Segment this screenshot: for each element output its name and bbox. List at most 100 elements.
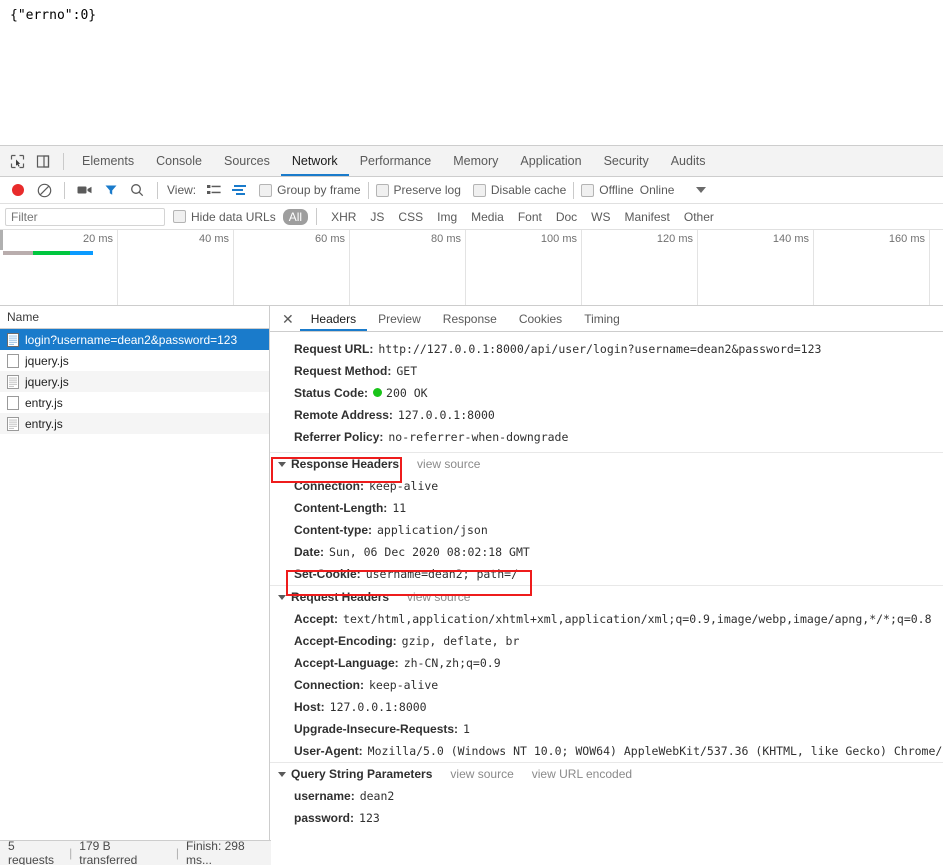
filter-type-js[interactable]: JS xyxy=(364,209,390,225)
request-name: entry.js xyxy=(25,395,63,410)
script-blank-icon xyxy=(7,353,19,368)
request-list-header[interactable]: Name xyxy=(0,306,269,329)
filter-type-all[interactable]: All xyxy=(282,208,309,225)
filter-input[interactable] xyxy=(5,207,165,226)
header-value: text/html,application/xhtml+xml,applicat… xyxy=(343,612,932,626)
header-key: Content-Length: xyxy=(294,501,388,515)
waterfall-view-icon[interactable] xyxy=(227,178,253,202)
query-view-url-encoded-link[interactable]: view URL encoded xyxy=(532,767,632,781)
network-status-bar: 5 requests | 179 B transferred | Finish:… xyxy=(0,839,271,865)
search-icon[interactable] xyxy=(124,178,150,202)
chevron-down-icon[interactable] xyxy=(696,187,707,193)
network-overview-timeline[interactable]: 20 ms 40 ms 60 ms 80 ms 100 ms 120 ms 14… xyxy=(0,230,943,306)
query-string-title: Query String Parameters xyxy=(291,767,433,781)
detail-tab-timing[interactable]: Timing xyxy=(573,306,631,331)
detail-tab-preview[interactable]: Preview xyxy=(367,306,432,331)
tab-console[interactable]: Console xyxy=(145,146,213,176)
request-row-jquery-1[interactable]: jquery.js xyxy=(0,350,269,371)
browser-page-content: {"errno":0} xyxy=(0,0,943,145)
tab-elements[interactable]: Elements xyxy=(71,146,145,176)
group-by-frame-checkbox[interactable]: Group by frame xyxy=(259,183,361,197)
close-icon[interactable]: ✕ xyxy=(276,312,300,326)
list-view-icon[interactable] xyxy=(201,178,227,202)
detail-tab-response[interactable]: Response xyxy=(432,306,508,331)
header-key: Set-Cookie: xyxy=(294,567,361,581)
preserve-log-box[interactable] xyxy=(375,183,389,197)
view-label: View: xyxy=(167,183,197,197)
filter-type-css[interactable]: CSS xyxy=(392,209,429,225)
request-row-entry-1[interactable]: entry.js xyxy=(0,392,269,413)
query-view-source-link[interactable]: view source xyxy=(450,767,513,781)
request-header-accept-language: Accept-Language: zh-CN,zh;q=0.9 xyxy=(270,652,943,674)
overview-tick-label: 140 ms xyxy=(772,233,809,245)
hide-data-urls-checkbox[interactable]: Hide data URLs xyxy=(173,210,276,224)
general-value: 200 OK xyxy=(386,386,428,400)
header-key: Accept-Language: xyxy=(294,656,399,670)
filter-icon[interactable] xyxy=(98,178,124,202)
record-icon[interactable] xyxy=(5,178,31,202)
json-response-text: {"errno":0} xyxy=(10,8,97,23)
param-value: dean2 xyxy=(359,789,395,803)
response-view-source-link[interactable]: view source xyxy=(417,457,480,471)
tab-network[interactable]: Network xyxy=(281,146,349,176)
tab-memory[interactable]: Memory xyxy=(442,146,509,176)
disable-cache-checkbox[interactable]: Disable cache xyxy=(472,183,566,197)
script-blank-icon xyxy=(7,395,19,410)
headers-body: Request URL: http://127.0.0.1:8000/api/u… xyxy=(270,332,943,865)
header-value: application/json xyxy=(377,523,488,537)
request-headers-toggle[interactable]: Request Headers view source xyxy=(270,586,943,608)
general-value: http://127.0.0.1:8000/api/user/login?use… xyxy=(378,342,822,356)
general-key: Referrer Policy: xyxy=(294,430,384,444)
header-key: Date: xyxy=(294,545,325,559)
header-key: Connection: xyxy=(294,479,364,493)
overview-tick: 120 ms xyxy=(581,230,698,305)
offline-checkbox[interactable]: Offline xyxy=(581,183,634,197)
header-key: User-Agent: xyxy=(294,744,363,758)
request-list: Name login?username=dean2&password=123 j… xyxy=(0,306,270,865)
detail-tab-cookies[interactable]: Cookies xyxy=(508,306,573,331)
tab-audits[interactable]: Audits xyxy=(660,146,717,176)
request-row-login[interactable]: login?username=dean2&password=123 xyxy=(0,329,269,350)
header-value: Sun, 06 Dec 2020 08:02:18 GMT xyxy=(329,545,530,559)
filter-type-img[interactable]: Img xyxy=(431,209,463,225)
filter-type-xhr[interactable]: XHR xyxy=(325,209,362,225)
filter-type-manifest[interactable]: Manifest xyxy=(619,209,676,225)
response-headers-toggle[interactable]: Response Headers view source xyxy=(270,453,943,475)
status-transferred: 179 B transferred xyxy=(79,839,138,865)
request-row-jquery-2[interactable]: jquery.js xyxy=(0,371,269,392)
request-view-source-link[interactable]: view source xyxy=(407,590,470,604)
overview-tick: 20 ms xyxy=(0,230,118,305)
response-header-content-length: Content-Length: 11 xyxy=(270,497,943,519)
capture-screenshots-icon[interactable] xyxy=(72,178,98,202)
filter-type-ws[interactable]: WS xyxy=(585,209,616,225)
status-ok-icon xyxy=(373,388,383,397)
filter-type-media[interactable]: Media xyxy=(465,209,510,225)
filter-type-doc[interactable]: Doc xyxy=(550,209,583,225)
toolbar-divider-5 xyxy=(573,181,575,199)
clear-icon[interactable] xyxy=(31,178,57,202)
general-value: GET xyxy=(396,364,418,378)
inspect-element-icon[interactable] xyxy=(4,149,30,173)
chevron-down-icon xyxy=(278,594,286,600)
tab-security[interactable]: Security xyxy=(593,146,660,176)
offline-box[interactable] xyxy=(581,183,595,197)
toolbar-divider-2 xyxy=(64,181,65,199)
group-by-frame-box[interactable] xyxy=(259,183,273,197)
detail-tab-headers[interactable]: Headers xyxy=(300,306,367,331)
disable-cache-box[interactable] xyxy=(472,183,486,197)
query-string-toggle[interactable]: Query String Parameters view source view… xyxy=(270,763,943,785)
filter-type-other[interactable]: Other xyxy=(678,209,720,225)
device-toolbar-icon[interactable] xyxy=(30,149,56,173)
group-by-frame-label: Group by frame xyxy=(277,183,361,197)
preserve-log-checkbox[interactable]: Preserve log xyxy=(375,183,461,197)
tab-performance[interactable]: Performance xyxy=(349,146,443,176)
hide-data-urls-box[interactable] xyxy=(173,210,186,223)
tab-sources[interactable]: Sources xyxy=(213,146,281,176)
request-row-entry-2[interactable]: entry.js xyxy=(0,413,269,434)
response-header-content-type: Content-type: application/json xyxy=(270,519,943,541)
chevron-down-icon xyxy=(278,461,286,467)
tab-application[interactable]: Application xyxy=(509,146,592,176)
overview-bar-wait xyxy=(70,251,93,255)
throttling-select[interactable]: Online xyxy=(640,183,675,197)
filter-type-font[interactable]: Font xyxy=(512,209,548,225)
